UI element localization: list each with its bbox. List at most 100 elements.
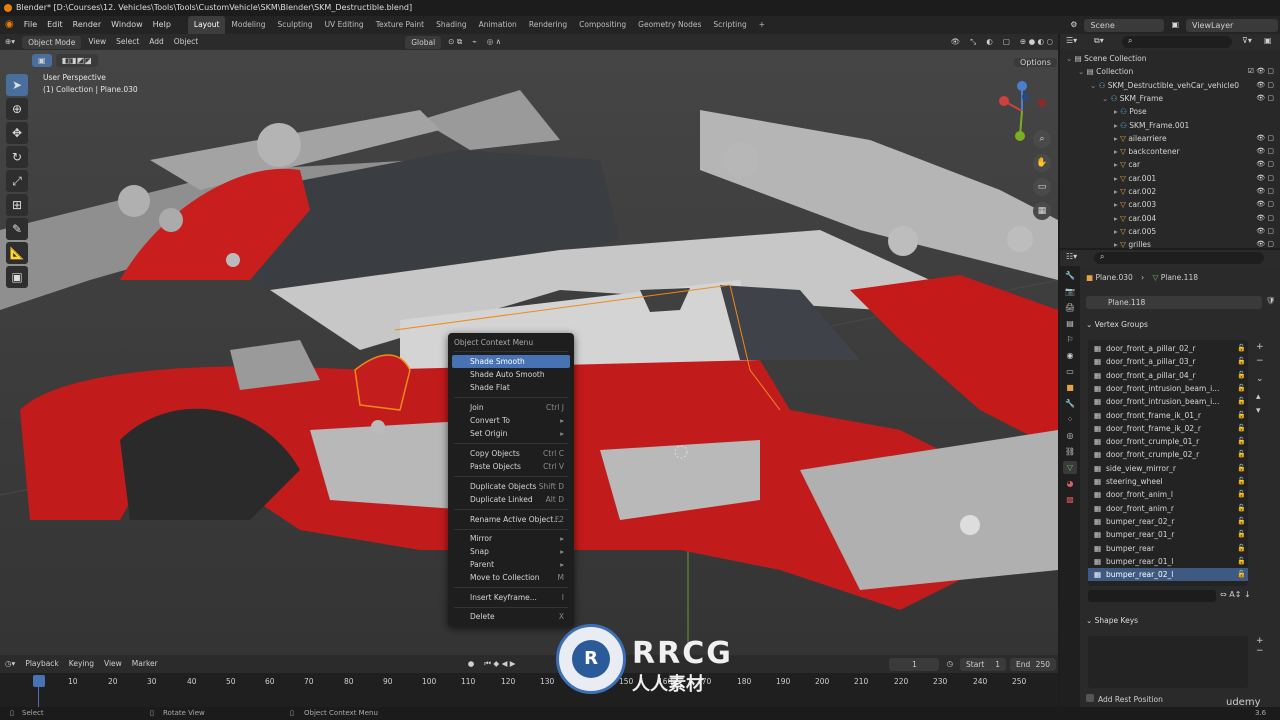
outliner-row[interactable]: ▸ ▽ backcontener 👁 ▢ xyxy=(1060,145,1280,158)
shading-modes-icon[interactable]: ⊕ ● ◐ ○ xyxy=(1015,34,1058,50)
delete-item[interactable]: Delete X xyxy=(452,610,570,623)
parent-item[interactable]: Parent ▸ xyxy=(452,558,570,571)
constraints-tab-icon[interactable]: ⛓ xyxy=(1063,445,1077,458)
tab-shading[interactable]: Shading xyxy=(430,16,472,34)
properties-search-input[interactable]: ⌕ xyxy=(1094,252,1264,264)
zoom-icon[interactable]: ⌕ xyxy=(1033,130,1051,148)
material-tab-icon[interactable]: ◕ xyxy=(1063,477,1077,490)
transform-tool-icon[interactable]: ⊞ xyxy=(6,194,28,216)
lock-icon[interactable]: 🔓 xyxy=(1237,515,1246,528)
lock-icon[interactable]: 🔓 xyxy=(1237,422,1246,435)
properties-editor-icon[interactable]: ☷▾ xyxy=(1066,252,1077,261)
join-item[interactable]: Join Ctrl J xyxy=(452,401,570,414)
vertex-group-item[interactable]: ▦ door_front_frame_ik_01_r 🔓 xyxy=(1088,409,1248,422)
lock-icon[interactable]: 🔓 xyxy=(1237,555,1246,568)
copy-objects-item[interactable]: Copy Objects Ctrl C xyxy=(452,447,570,460)
insert-keyframe-item[interactable]: Insert Keyframe... I xyxy=(452,591,570,604)
visibility-icon[interactable]: 👁 xyxy=(946,34,966,50)
vertex-group-item[interactable]: ▦ side_view_mirror_r 🔓 xyxy=(1088,462,1248,475)
outliner-row[interactable]: ⌄ ▤ Collection ☑ 👁 ▢ xyxy=(1060,65,1280,78)
options-dropdown[interactable]: Options xyxy=(1012,56,1058,69)
shade-auto-smooth-item[interactable]: Shade Auto Smooth xyxy=(452,368,570,381)
add-vertex-group-icon[interactable]: + xyxy=(1256,340,1270,354)
add-workspace-button[interactable]: + xyxy=(753,16,771,34)
pivot-icon[interactable]: ⊙ ⧉ xyxy=(443,34,467,50)
view-layer-selector[interactable]: ViewLayer xyxy=(1186,18,1278,32)
scene-selector[interactable]: Scene xyxy=(1084,18,1165,32)
lock-icon[interactable]: 🔓 xyxy=(1237,568,1246,581)
tab-modeling[interactable]: Modeling xyxy=(225,16,271,34)
scene-tab-icon[interactable]: ⚐ xyxy=(1063,333,1077,346)
lock-icon[interactable]: 🔓 xyxy=(1237,502,1246,515)
outliner-search-input[interactable]: ⌕ xyxy=(1122,36,1232,48)
visibility-toggle-icon[interactable]: ☑ 👁 ▢ xyxy=(1248,65,1274,78)
vertex-group-item[interactable]: ▦ door_front_intrusion_beam_i... 🔓 xyxy=(1088,382,1248,395)
menu-marker[interactable]: Marker xyxy=(127,656,163,672)
vertex-group-item[interactable]: ▦ bumper_rear_01_r 🔓 xyxy=(1088,528,1248,541)
visibility-toggle-icon[interactable]: 👁 ▢ xyxy=(1256,145,1274,158)
shape-keys-header[interactable]: ⌄ Shape Keys xyxy=(1086,616,1138,625)
current-frame-field[interactable]: 1 xyxy=(889,657,940,671)
outliner-row[interactable]: ▸ ▽ car.001 👁 ▢ xyxy=(1060,172,1280,185)
visibility-toggle-icon[interactable]: 👁 ▢ xyxy=(1256,198,1274,211)
select-extend-icon[interactable]: ◧◨◩◪ xyxy=(55,54,98,67)
outliner-row[interactable]: ▸ ⚇ Pose xyxy=(1060,105,1280,118)
lock-icon[interactable]: 🔓 xyxy=(1237,475,1246,488)
vertex-groups-header[interactable]: ⌄ Vertex Groups xyxy=(1086,320,1148,329)
select-box-icon[interactable]: ▣ xyxy=(32,54,52,67)
vertex-group-item[interactable]: ▦ steering_wheel 🔓 xyxy=(1088,475,1248,488)
lock-icon[interactable]: 🔓 xyxy=(1237,355,1246,368)
shade-smooth-item[interactable]: Shade Smooth xyxy=(452,355,570,368)
visibility-toggle-icon[interactable]: 👁 ▢ xyxy=(1256,185,1274,198)
outliner-row[interactable]: ▸ ⚇ SKM_Frame.001 xyxy=(1060,119,1280,132)
rename-active-object-item[interactable]: Rename Active Object... F2 xyxy=(452,513,570,526)
vertex-group-item[interactable]: ▦ bumper_rear 🔓 xyxy=(1088,542,1248,555)
view-layer-tab-icon[interactable]: ▤ xyxy=(1063,317,1077,330)
add-rest-position-checkbox[interactable]: Add Rest Position xyxy=(1086,694,1163,704)
menu-view[interactable]: View xyxy=(83,34,111,50)
lock-icon[interactable]: 🔓 xyxy=(1237,528,1246,541)
outliner-row[interactable]: ⌄ ⚇ SKM_Frame 👁 ▢ xyxy=(1060,92,1280,105)
mesh-data-name-field[interactable]: Plane.118 xyxy=(1086,296,1262,309)
expand-arrow-icon[interactable]: ⌄ xyxy=(1078,67,1087,76)
outliner-row[interactable]: ▸ ▽ car.002 👁 ▢ xyxy=(1060,185,1280,198)
select-tool-icon[interactable]: ➤ xyxy=(6,74,28,96)
snap-icon[interactable]: ⌁ xyxy=(467,34,482,50)
visibility-toggle-icon[interactable]: 👁 ▢ xyxy=(1256,225,1274,238)
menu-keying[interactable]: Keying xyxy=(64,656,99,672)
visibility-toggle-icon[interactable]: 👁 ▢ xyxy=(1256,92,1274,105)
convert-to-item[interactable]: Convert To ▸ xyxy=(452,414,570,427)
visibility-toggle-icon[interactable]: 👁 ▢ xyxy=(1256,79,1274,92)
timeline-editor-icon[interactable]: ◷▾ xyxy=(0,656,20,672)
vertex-group-item[interactable]: ▦ door_front_intrusion_beam_i... 🔓 xyxy=(1088,395,1248,408)
data-tab-icon[interactable]: ▽ xyxy=(1063,461,1077,474)
physics-tab-icon[interactable]: ◎ xyxy=(1063,429,1077,442)
render-tab-icon[interactable]: 📷 xyxy=(1063,285,1077,298)
gizmo-icon[interactable]: ⤡ xyxy=(965,34,981,50)
record-icon[interactable]: ● xyxy=(463,656,480,672)
vertex-group-item[interactable]: ▦ bumper_rear_02_l 🔓 xyxy=(1088,568,1248,582)
outliner-row[interactable]: ▸ ▽ car.003 👁 ▢ xyxy=(1060,198,1280,211)
tab-geometry-nodes[interactable]: Geometry Nodes xyxy=(632,16,707,34)
move-to-collection-item[interactable]: Move to Collection M xyxy=(452,571,570,584)
rotate-tool-icon[interactable]: ↻ xyxy=(6,146,28,168)
vertex-group-item[interactable]: ▦ door_front_a_pillar_04_r 🔓 xyxy=(1088,369,1248,382)
snap-item[interactable]: Snap ▸ xyxy=(452,545,570,558)
shade-flat-item[interactable]: Shade Flat xyxy=(452,381,570,394)
outliner-editor-icon[interactable]: ☰▾ xyxy=(1066,36,1077,45)
playhead[interactable] xyxy=(33,675,45,687)
expand-arrow-icon[interactable]: ⌄ xyxy=(1090,81,1099,90)
menu-playback[interactable]: Playback xyxy=(20,656,63,672)
editor-type-icon[interactable]: ⊕▾ xyxy=(0,34,20,50)
object-mode-dropdown[interactable]: Object Mode xyxy=(22,35,82,49)
vertex-group-item[interactable]: ▦ door_front_crumple_02_r 🔓 xyxy=(1088,448,1248,461)
menu-timeline-view[interactable]: View xyxy=(99,656,127,672)
tab-animation[interactable]: Animation xyxy=(473,16,523,34)
outliner-row[interactable]: ⌄ ▤ Scene Collection xyxy=(1060,52,1280,65)
transform-orientation-dropdown[interactable]: Global xyxy=(405,35,442,49)
lock-icon[interactable]: 🔓 xyxy=(1237,488,1246,501)
move-up-icon[interactable]: ▴ xyxy=(1256,390,1270,404)
visibility-toggle-icon[interactable]: 👁 ▢ xyxy=(1256,132,1274,145)
tab-compositing[interactable]: Compositing xyxy=(573,16,632,34)
vertex-group-item[interactable]: ▦ bumper_rear_01_l 🔓 xyxy=(1088,555,1248,568)
